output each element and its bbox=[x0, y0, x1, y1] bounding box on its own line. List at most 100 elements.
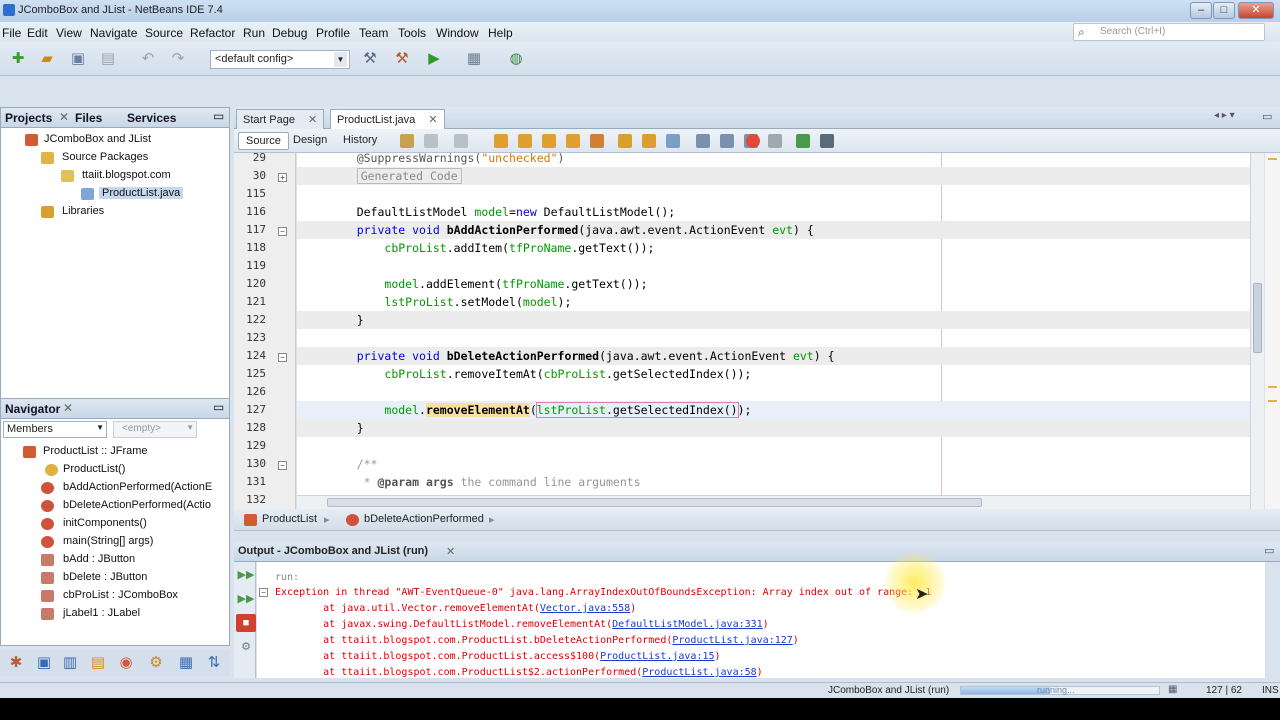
start-macro-icon[interactable] bbox=[746, 134, 760, 148]
filter-icon[interactable]: ✱ bbox=[6, 654, 26, 672]
forward-icon[interactable] bbox=[454, 134, 468, 148]
bookmark-icon[interactable] bbox=[590, 134, 604, 148]
menu-debug[interactable]: Debug bbox=[272, 26, 307, 40]
toggle-bookmark-icon[interactable] bbox=[666, 134, 680, 148]
close-icon[interactable]: ✕ bbox=[308, 114, 317, 126]
fold-icon[interactable]: − bbox=[278, 461, 287, 470]
code-line[interactable]: private void bDeleteActionPerformed(java… bbox=[329, 347, 835, 365]
sort-icon[interactable]: ⚙ bbox=[146, 654, 166, 672]
close-icon[interactable]: ✕ bbox=[428, 114, 437, 126]
warning-mark[interactable] bbox=[1268, 400, 1277, 402]
settings-icon[interactable]: ⚙ bbox=[236, 638, 256, 656]
code-line[interactable]: Generated Code bbox=[329, 167, 462, 185]
code-line[interactable]: lstProList.setModel(model); bbox=[329, 293, 571, 311]
sort-name-icon[interactable]: ▦ bbox=[176, 654, 196, 672]
maximize-window-icon[interactable]: ▭ bbox=[1262, 110, 1272, 123]
tab-projects[interactable]: Projects bbox=[5, 111, 52, 125]
tree-source-packages[interactable]: Source Packages bbox=[62, 151, 148, 163]
code-line[interactable]: private void bAddActionPerformed(java.aw… bbox=[329, 221, 814, 239]
code-line[interactable]: @SuppressWarnings("unchecked") bbox=[329, 153, 565, 167]
menu-profile[interactable]: Profile bbox=[316, 26, 350, 40]
menu-edit[interactable]: Edit bbox=[27, 26, 48, 40]
fold-icon[interactable]: + bbox=[278, 173, 287, 182]
close-window-button[interactable]: ✕ bbox=[1238, 2, 1274, 19]
open-project-icon[interactable]: ▰ bbox=[37, 50, 57, 68]
back-icon[interactable] bbox=[424, 134, 438, 148]
design-view-button[interactable]: Design bbox=[286, 132, 334, 150]
filter-inherited-icon[interactable]: ◉ bbox=[116, 654, 136, 672]
nav-field-jlabel1[interactable]: jLabel1 : JLabel bbox=[63, 607, 140, 619]
nav-method-init[interactable]: initComponents() bbox=[63, 517, 147, 529]
nav-method-badd[interactable]: bAddActionPerformed(ActionE bbox=[63, 481, 212, 493]
tree-productlist-java[interactable]: ProductList.java bbox=[99, 187, 184, 199]
source-view-button[interactable]: Source bbox=[238, 132, 289, 150]
menu-source[interactable]: Source bbox=[145, 26, 183, 40]
code-line[interactable]: } bbox=[329, 311, 364, 329]
maximize-button[interactable]: □ bbox=[1213, 2, 1235, 19]
filter-fields-icon[interactable]: ▣ bbox=[34, 654, 54, 672]
close-icon[interactable]: ✕ bbox=[59, 110, 69, 124]
menu-window[interactable]: Window bbox=[436, 26, 479, 40]
breadcrumb-method[interactable]: bDeleteActionPerformed bbox=[364, 513, 484, 525]
code-line[interactable]: model.addElement(tfProName.getText()); bbox=[329, 275, 647, 293]
trace-link[interactable]: ProductList.java:127 bbox=[672, 635, 792, 646]
trace-link[interactable]: DefaultListModel.java:331 bbox=[612, 619, 763, 630]
code-line[interactable]: cbProList.removeItemAt(cbProList.getSele… bbox=[329, 365, 751, 383]
run-file-icon[interactable] bbox=[820, 134, 834, 148]
shift-left-icon[interactable] bbox=[696, 134, 710, 148]
menu-navigate[interactable]: Navigate bbox=[90, 26, 137, 40]
output-console[interactable]: run: − Exception in thread "AWT-EventQue… bbox=[257, 562, 1265, 678]
scroll-thumb[interactable] bbox=[327, 498, 982, 507]
nav-field-bdelete[interactable]: bDelete : JButton bbox=[63, 571, 147, 583]
rerun-icon[interactable]: ▶▶ bbox=[236, 566, 256, 584]
stop-macro-icon[interactable] bbox=[768, 134, 782, 148]
code-line[interactable]: DefaultListModel model=new DefaultListMo… bbox=[329, 203, 676, 221]
filter-static-icon[interactable]: ▥ bbox=[60, 654, 80, 672]
menu-tools[interactable]: Tools bbox=[398, 26, 426, 40]
save-all-icon[interactable]: ▣ bbox=[68, 50, 88, 68]
run-project-icon[interactable]: ▶ bbox=[424, 50, 444, 68]
find-next-icon[interactable] bbox=[542, 134, 556, 148]
menu-view[interactable]: View bbox=[56, 26, 82, 40]
save-icon[interactable]: ▤ bbox=[98, 50, 118, 68]
build-icon[interactable]: ⚒ bbox=[360, 50, 380, 68]
prev-bookmark-icon[interactable] bbox=[618, 134, 632, 148]
trace-link[interactable]: ProductList.java:58 bbox=[642, 667, 756, 678]
clean-build-icon[interactable]: ⚒ bbox=[392, 50, 412, 68]
config-select[interactable]: <default config> ▼ bbox=[210, 50, 350, 69]
error-stripe[interactable] bbox=[1265, 153, 1280, 517]
stop-icon[interactable]: ■ bbox=[236, 614, 256, 632]
nav-method-bdelete[interactable]: bDeleteActionPerformed(Actio bbox=[63, 499, 211, 511]
minimize-button[interactable]: – bbox=[1190, 2, 1212, 19]
profile-project-icon[interactable]: ◍ bbox=[506, 50, 526, 68]
last-edit-icon[interactable] bbox=[400, 134, 414, 148]
find-prev-icon[interactable] bbox=[518, 134, 532, 148]
close-icon[interactable]: ✕ bbox=[63, 401, 73, 415]
code-editor[interactable]: @SuppressWarnings("unchecked") Generated… bbox=[297, 153, 1250, 517]
tree-package[interactable]: ttaiit.blogspot.com bbox=[82, 169, 171, 181]
warning-mark[interactable] bbox=[1268, 386, 1277, 388]
cancel-task-icon[interactable]: ▦ bbox=[1168, 684, 1177, 695]
trace-link[interactable]: ProductList.java:15 bbox=[600, 651, 714, 662]
code-line[interactable]: /** bbox=[329, 455, 378, 473]
minimize-panel-icon[interactable]: ▭ bbox=[213, 109, 224, 123]
warning-mark[interactable] bbox=[1268, 158, 1277, 160]
menu-refactor[interactable]: Refactor bbox=[190, 26, 235, 40]
menu-file[interactable]: File bbox=[2, 26, 21, 40]
history-view-button[interactable]: History bbox=[336, 132, 384, 150]
nav-field-badd[interactable]: bAdd : JButton bbox=[63, 553, 135, 565]
nav-class[interactable]: ProductList :: JFrame bbox=[43, 445, 148, 457]
scroll-thumb[interactable] bbox=[1253, 283, 1262, 353]
output-title[interactable]: Output - JComboBox and JList (run) bbox=[238, 545, 428, 557]
tab-services[interactable]: Services bbox=[127, 111, 176, 125]
trace-link[interactable]: Vector.java:558 bbox=[540, 603, 630, 614]
uncomment-icon[interactable] bbox=[796, 134, 810, 148]
rerun-different-icon[interactable]: ▶▶ bbox=[236, 590, 256, 608]
redo-icon[interactable]: ↷ bbox=[168, 50, 188, 68]
tab-start-page[interactable]: Start Page ✕ bbox=[236, 109, 325, 129]
editor-horizontal-scrollbar[interactable] bbox=[297, 495, 1250, 509]
toggle-highlight-icon[interactable] bbox=[566, 134, 580, 148]
close-icon[interactable]: ✕ bbox=[446, 545, 455, 558]
debug-project-icon[interactable]: ▦ bbox=[464, 50, 484, 68]
sort-source-icon[interactable]: ⇅ bbox=[204, 654, 224, 672]
